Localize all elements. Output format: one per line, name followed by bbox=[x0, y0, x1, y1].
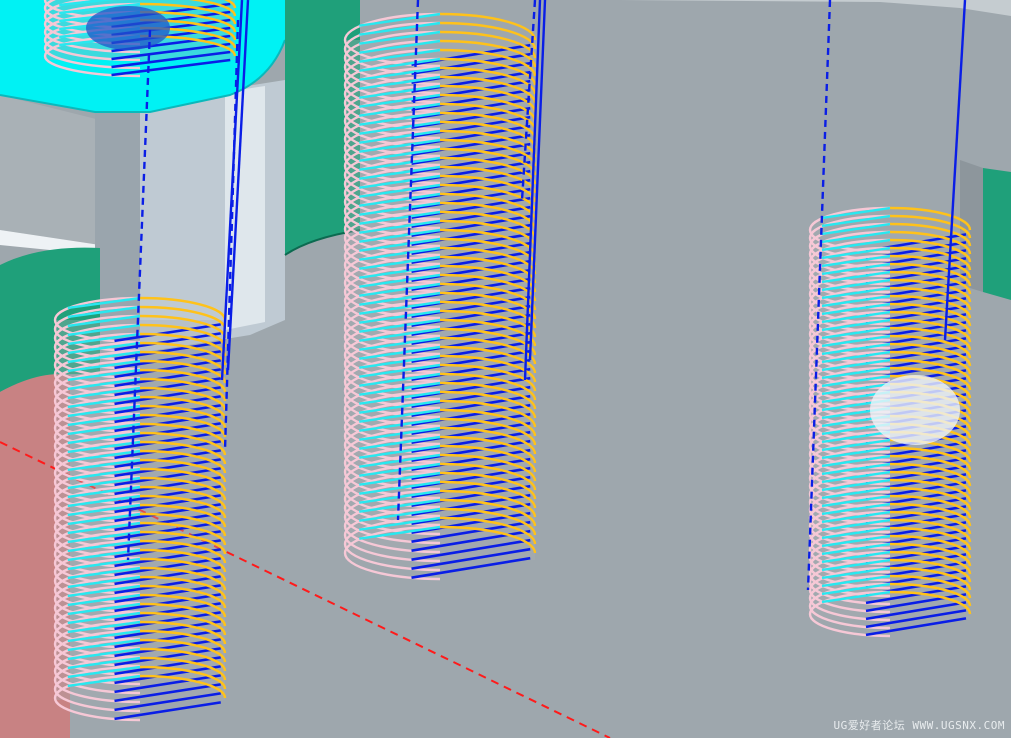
hole-highlight bbox=[870, 375, 960, 445]
cad-3d-scene[interactable] bbox=[0, 0, 1011, 738]
left-block-top bbox=[0, 95, 100, 245]
hole-cap bbox=[86, 6, 170, 50]
toolpath-middle[interactable] bbox=[343, 12, 537, 581]
watermark-text: UG爱好者论坛 WWW.UGSNX.COM bbox=[833, 719, 1005, 732]
cad-viewport[interactable]: UG爱好者论坛 WWW.UGSNX.COM bbox=[0, 0, 1011, 738]
green-wall-right bbox=[983, 168, 1011, 300]
toolpath-right[interactable] bbox=[808, 206, 972, 638]
toolpath-left[interactable] bbox=[53, 296, 227, 722]
